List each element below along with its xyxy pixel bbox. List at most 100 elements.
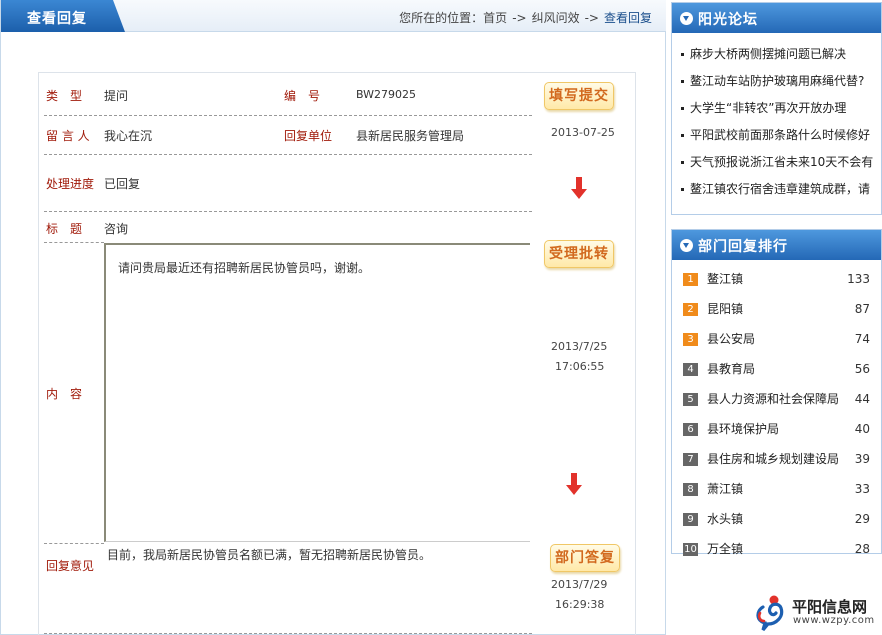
rank-dept-name[interactable]: 万全镇	[707, 534, 743, 564]
rank-dept-name[interactable]: 水头镇	[707, 504, 743, 534]
rank-number: 7	[683, 453, 698, 466]
unit-value: 县新居民服务管理局	[356, 129, 465, 143]
ranking-row[interactable]: 2 昆阳镇 87	[672, 294, 881, 324]
breadcrumb-separator: ->	[584, 11, 599, 25]
content-label: 内 容	[46, 387, 83, 401]
progress-value: 已回复	[104, 177, 141, 191]
step-accept-date: 2013/7/25	[551, 340, 608, 353]
tab-view-reply[interactable]: 查看回复	[1, 0, 125, 32]
breadcrumb-home-link[interactable]: 首页	[483, 11, 507, 25]
ranking-row[interactable]: 9 水头镇 29	[672, 504, 881, 534]
rank-count: 28	[854, 542, 870, 556]
rank-number: 1	[683, 273, 698, 286]
breadcrumb-section-link[interactable]: 纠风问效	[532, 11, 580, 25]
chevron-down-icon	[680, 239, 693, 252]
step-reply-date: 2013/7/29	[551, 578, 608, 591]
rank-count: 29	[854, 512, 870, 526]
step-accept-time: 17:06:55	[555, 360, 605, 373]
forum-list: 麻步大桥两侧摆摊问题已解决 鳌江动车站防护玻璃用麻绳代替? 大学生“非转农”再次…	[672, 33, 881, 203]
ranking-title: 部门回复排行	[698, 239, 788, 255]
row-divider	[44, 242, 104, 243]
ranking-panel: 部门回复排行 1 鳌江镇 133 2 昆阳镇 87 3 县公安局 74 4 县教育局 56 5县…	[671, 229, 882, 556]
logo-mark-icon	[756, 595, 784, 631]
rank-count: 74	[854, 332, 870, 346]
main-header: 查看回复 您所在的位置：首页 -> 纠风问效 -> 查看回复	[1, 0, 666, 32]
ranking-row[interactable]: 3 县公安局 74	[672, 324, 881, 354]
ranking-row[interactable]: 6 县环境保护局 40	[672, 414, 881, 444]
logo-name: 平阳信息网	[792, 598, 868, 616]
main-panel: 查看回复 您所在的位置：首页 -> 纠风问效 -> 查看回复 类 型 提问 编 号 BW…	[0, 0, 666, 635]
forum-item[interactable]: 天气预报说浙江省未来10天不会有	[680, 149, 881, 176]
step-submit-date: 2013-07-25	[551, 126, 615, 139]
ranking-row[interactable]: 5 县人力资源和社会保障局 44	[672, 384, 881, 414]
arrow-down-icon	[571, 177, 587, 199]
breadcrumb-separator: ->	[512, 11, 527, 25]
tab-title: 查看回复	[27, 11, 87, 27]
rank-dept-name[interactable]: 县环境保护局	[707, 414, 779, 444]
arrow-down-icon	[566, 473, 582, 495]
row-divider	[44, 115, 532, 116]
type-label: 类 型	[46, 89, 83, 103]
step-reply-stamp: 部门答复	[550, 544, 620, 572]
ranking-row[interactable]: 8 萧江镇 33	[672, 474, 881, 504]
rank-number: 10	[683, 543, 698, 556]
forum-item[interactable]: 大学生“非转农”再次开放办理	[680, 95, 881, 122]
rank-dept-name[interactable]: 县住房和城乡规划建设局	[707, 444, 839, 474]
rank-dept-name[interactable]: 县公安局	[707, 324, 755, 354]
chevron-down-icon	[680, 12, 693, 25]
forum-header: 阳光论坛	[672, 3, 881, 33]
rank-dept-name[interactable]: 昆阳镇	[707, 294, 743, 324]
rank-number: 4	[683, 363, 698, 376]
forum-panel: 阳光论坛 麻步大桥两侧摆摊问题已解决 鳌江动车站防护玻璃用麻绳代替? 大学生“非…	[671, 2, 882, 215]
subject-value: 咨询	[104, 222, 129, 236]
content-text: 请问贵局最近还有招聘新居民协管员吗，谢谢。	[118, 261, 371, 275]
content-box: 请问贵局最近还有招聘新居民协管员吗，谢谢。	[104, 243, 530, 542]
rank-dept-name[interactable]: 萧江镇	[707, 474, 743, 504]
rank-count: 56	[854, 362, 870, 376]
step-accept-stamp: 受理批转	[544, 240, 614, 268]
breadcrumb-prefix: 您所在的位置：	[399, 11, 484, 25]
ranking-row[interactable]: 4 县教育局 56	[672, 354, 881, 384]
rank-count: 39	[854, 452, 870, 466]
rank-number: 5	[683, 393, 698, 406]
author-value: 我心在沉	[104, 129, 153, 143]
ranking-header: 部门回复排行	[672, 230, 881, 260]
ranking-row[interactable]: 1 鳌江镇 133	[672, 264, 881, 294]
forum-title: 阳光论坛	[698, 12, 758, 28]
row-divider	[44, 633, 532, 634]
forum-item[interactable]: 平阳武校前面那条路什么时候修好	[680, 122, 881, 149]
logo-url: www.wzpy.com	[793, 615, 875, 626]
reply-label: 回复意见	[46, 559, 95, 573]
rank-count: 40	[854, 422, 870, 436]
rank-number: 3	[683, 333, 698, 346]
rank-dept-name[interactable]: 鳌江镇	[707, 264, 743, 294]
author-label: 留 言 人	[46, 129, 90, 143]
ranking-row[interactable]: 10 万全镇 28	[672, 534, 881, 564]
unit-label: 回复单位	[284, 129, 333, 143]
row-divider	[44, 211, 532, 212]
rank-number: 8	[683, 483, 698, 496]
breadcrumb-current-link[interactable]: 查看回复	[604, 11, 652, 25]
progress-label: 处理进度	[46, 177, 95, 191]
subject-label: 标 题	[46, 222, 83, 236]
forum-item[interactable]: 鳌江动车站防护玻璃用麻绳代替?	[680, 68, 881, 95]
site-logo[interactable]: 平阳信息网 www.wzpy.com	[752, 593, 878, 631]
step-reply-time: 16:29:38	[555, 598, 605, 611]
rank-count: 33	[854, 482, 870, 496]
breadcrumb: 您所在的位置：首页 -> 纠风问效 -> 查看回复	[399, 9, 652, 26]
rank-dept-name[interactable]: 县教育局	[707, 354, 755, 384]
row-divider	[44, 154, 532, 155]
forum-item[interactable]: 麻步大桥两侧摆摊问题已解决	[680, 41, 881, 68]
id-value: BW279025	[356, 88, 417, 101]
rank-count: 44	[854, 392, 870, 406]
forum-item[interactable]: 鳌江镇农行宿舍违章建筑成群，请	[680, 176, 881, 203]
ranking-row[interactable]: 7 县住房和城乡规划建设局 39	[672, 444, 881, 474]
rank-count: 87	[854, 302, 870, 316]
step-submit-stamp: 填写提交	[544, 82, 614, 110]
reply-text: 目前，我局新居民协管员名额已满，暂无招聘新居民协管员。	[107, 548, 432, 562]
rank-dept-name[interactable]: 县人力资源和社会保障局	[707, 384, 839, 414]
rank-number: 2	[683, 303, 698, 316]
id-label: 编 号	[284, 89, 321, 103]
rank-number: 6	[683, 423, 698, 436]
rank-number: 9	[683, 513, 698, 526]
